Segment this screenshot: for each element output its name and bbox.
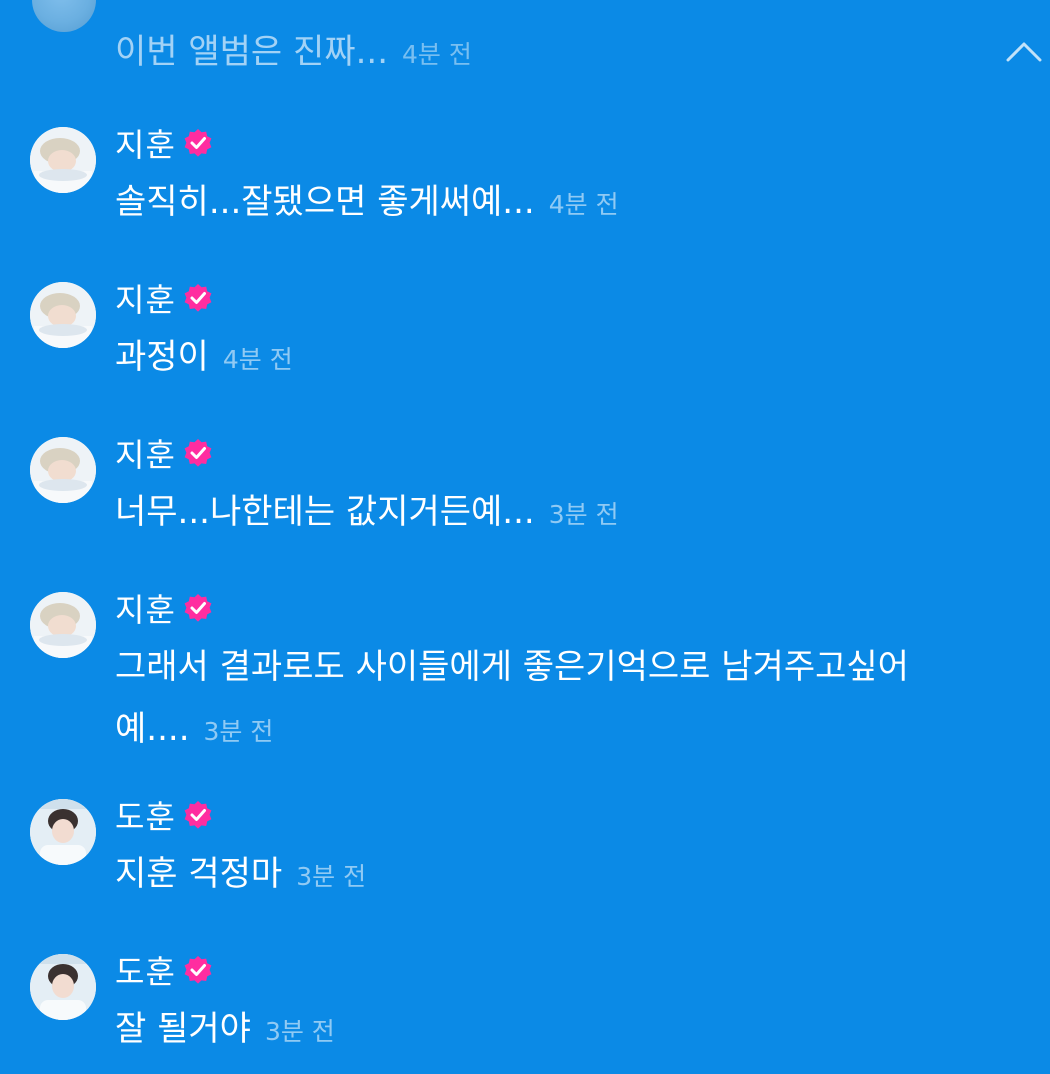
avatar[interactable] xyxy=(30,799,96,865)
sender-row: 도훈 xyxy=(115,793,214,837)
message-text: 이번 앨범은 진짜... 4분 전 xyxy=(115,28,472,79)
message-time: 3분 전 xyxy=(296,862,367,891)
message-text: 지훈 걱정마 3분 전 xyxy=(115,843,1015,908)
chevron-up-icon[interactable] xyxy=(1004,36,1044,66)
sender-row: 지훈 xyxy=(115,121,214,165)
sender-name[interactable]: 지훈 xyxy=(115,120,176,166)
sender-name[interactable]: 도훈 xyxy=(115,947,176,993)
sender-row: 지훈 xyxy=(115,586,214,630)
message-time: 4분 전 xyxy=(222,345,293,374)
message-text: 너무...나한테는 값지거든예... 3분 전 xyxy=(115,481,1015,546)
verified-badge-icon xyxy=(182,282,214,314)
message-time: 3분 전 xyxy=(203,717,274,746)
sender-row: 도훈 xyxy=(115,948,214,992)
verified-badge-icon xyxy=(182,954,214,986)
verified-badge-icon xyxy=(182,437,214,469)
sender-name[interactable]: 도훈 xyxy=(115,792,176,838)
sender-name[interactable]: 지훈 xyxy=(115,430,176,476)
chat-thread: 이번 앨범은 진짜... 4분 전 지훈 솔직히...잘됐으면 좋게써예... … xyxy=(0,0,1050,1074)
message-body: 지훈 걱정마 xyxy=(115,854,283,894)
message-body: 이번 앨범은 진짜... xyxy=(115,32,388,72)
message-text: 잘 될거야 3분 전 xyxy=(115,998,1015,1063)
sender-row: 지훈 xyxy=(115,431,214,475)
message-time: 4분 전 xyxy=(402,40,472,69)
message-time: 4분 전 xyxy=(548,190,619,219)
verified-badge-icon xyxy=(182,127,214,159)
message-text: 과정이 4분 전 xyxy=(115,326,1015,391)
avatar[interactable] xyxy=(30,127,96,193)
avatar[interactable] xyxy=(30,282,96,348)
message-body: 너무...나한테는 값지거든예... xyxy=(115,492,535,532)
sender-name[interactable]: 지훈 xyxy=(115,275,176,321)
message-time: 3분 전 xyxy=(548,500,619,529)
message-text: 그래서 결과로도 사이들에게 좋은기억으로 남겨주고싶어예.... 3분 전 xyxy=(115,636,995,763)
verified-badge-icon xyxy=(182,799,214,831)
message-body: 솔직히...잘됐으면 좋게써예... xyxy=(115,182,535,222)
message-body: 과정이 xyxy=(115,337,209,377)
avatar[interactable] xyxy=(30,954,96,1020)
avatar[interactable] xyxy=(30,437,96,503)
message-time: 3분 전 xyxy=(264,1017,335,1046)
sender-name[interactable]: 지훈 xyxy=(115,585,176,631)
avatar[interactable] xyxy=(30,592,96,658)
message-body: 잘 될거야 xyxy=(115,1009,251,1049)
avatar[interactable] xyxy=(32,0,96,32)
sender-row: 지훈 xyxy=(115,276,214,320)
verified-badge-icon xyxy=(182,592,214,624)
previous-message: 이번 앨범은 진짜... 4분 전 xyxy=(0,0,1050,110)
message-text: 솔직히...잘됐으면 좋게써예... 4분 전 xyxy=(115,171,1015,236)
